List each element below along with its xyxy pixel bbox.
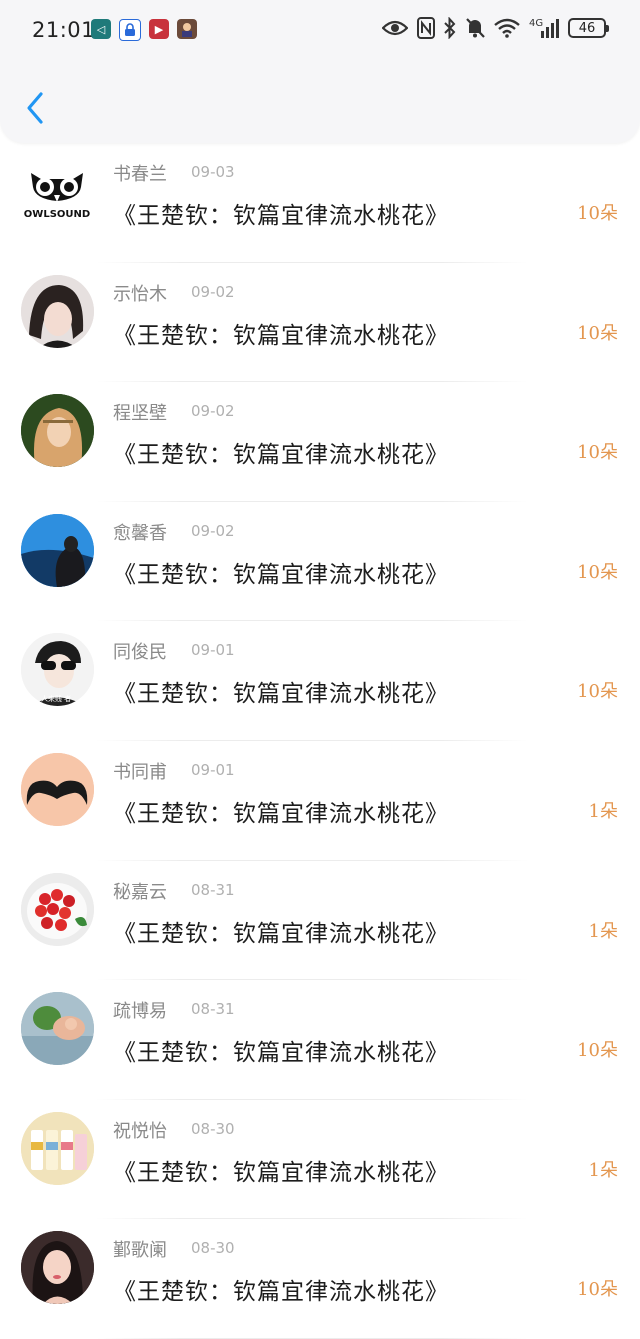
- avatar: [21, 992, 94, 1066]
- notification-icons: ◁ ▶: [91, 19, 197, 41]
- flower-count: 1朵: [588, 1159, 618, 1181]
- list-item[interactable]: 愈馨香 09-02 《王楚钦：钦篇宜律流水桃花》 10朵: [0, 502, 640, 622]
- send-date: 09-02: [191, 521, 235, 540]
- flower-count: 10朵: [577, 322, 618, 344]
- avatar: [21, 752, 94, 826]
- avatar: [21, 274, 94, 348]
- svg-text:人来贱 者: 人来贱 者: [41, 694, 71, 703]
- portrait-image: [21, 1231, 94, 1305]
- send-date: 09-01: [191, 760, 235, 779]
- send-date: 09-02: [191, 282, 235, 301]
- video-app-icon: ▶: [149, 19, 169, 39]
- work-title: 《王楚钦：钦篇宜律流水桃花》: [113, 561, 449, 588]
- list-item[interactable]: OWLSOUND 书春兰 09-03 《王楚钦：钦篇宜律流水桃花》 10朵: [0, 143, 640, 263]
- flower-count: 10朵: [577, 442, 618, 464]
- work-title: 《王楚钦：钦篇宜律流水桃花》: [113, 681, 449, 708]
- lock-app-icon: [119, 19, 141, 41]
- battery-indicator: 46: [568, 18, 609, 38]
- send-date: 08-31: [191, 1000, 235, 1019]
- sender-name: 秘嘉云: [113, 881, 167, 903]
- sender-name: 愈馨香: [113, 522, 167, 544]
- sender-name: 示怡木: [113, 283, 167, 305]
- work-title: 《王楚钦：钦篇宜律流水桃花》: [113, 1040, 449, 1067]
- owlsound-logo-icon: OWLSOUND: [24, 173, 90, 220]
- candy-box-image: [21, 1111, 94, 1185]
- cellular-signal-icon: 4G: [529, 16, 559, 40]
- list-item[interactable]: 书同甫 09-01 《王楚钦：钦篇宜律流水桃花》 1朵: [0, 741, 640, 861]
- list-item[interactable]: 鄞歌阑 08-30 《王楚钦：钦篇宜律流水桃花》 10朵: [0, 1219, 640, 1339]
- status-bar: 21:01 ◁ ▶ 4G 46: [0, 0, 640, 60]
- tomatoes-image: [21, 872, 94, 946]
- list-item[interactable]: 人来贱 者 同俊民 09-01 《王楚钦：钦篇宜律流水桃花》 10朵: [0, 621, 640, 741]
- avatar: [21, 394, 94, 468]
- portrait-image: [21, 394, 94, 468]
- system-icons: 4G 46: [382, 16, 609, 40]
- flower-count: 10朵: [577, 561, 618, 583]
- portrait-image: [21, 274, 94, 348]
- bluetooth-icon: [444, 16, 456, 40]
- list-item[interactable]: 示怡木 09-02 《王楚钦：钦篇宜律流水桃花》 10朵: [0, 263, 640, 383]
- svg-text:OWLSOUND: OWLSOUND: [24, 209, 90, 220]
- avatar: [21, 1111, 94, 1185]
- work-title: 《王楚钦：钦篇宜律流水桃花》: [113, 322, 449, 349]
- flower-count: 1朵: [588, 920, 618, 942]
- send-date: 09-01: [191, 641, 235, 660]
- back-button[interactable]: [18, 88, 52, 128]
- sender-name: 程坚壁: [113, 403, 167, 425]
- eye-icon: [382, 16, 408, 40]
- sender-name: 同俊民: [113, 642, 167, 664]
- status-time: 21:01: [32, 18, 96, 42]
- sender-name: 书同甫: [113, 761, 167, 783]
- avatar: [21, 513, 94, 587]
- avatar: [21, 1231, 94, 1305]
- list-item[interactable]: 祝悦怡 08-30 《王楚钦：钦篇宜律流水桃花》 1朵: [0, 1100, 640, 1220]
- list-item[interactable]: 疏博易 08-31 《王楚钦：钦篇宜律流水桃花》 10朵: [0, 980, 640, 1100]
- list-item[interactable]: 秘嘉云 08-31 《王楚钦：钦篇宜律流水桃花》 1朵: [0, 861, 640, 981]
- send-date: 09-03: [191, 163, 235, 181]
- avatar: [21, 872, 94, 946]
- list-item[interactable]: 程坚壁 09-02 《王楚钦：钦篇宜律流水桃花》 10朵: [0, 382, 640, 502]
- sender-name: 疏博易: [113, 1001, 167, 1023]
- wifi-icon: [494, 16, 520, 40]
- work-title: 《王楚钦：钦篇宜律流水桃花》: [113, 1279, 449, 1306]
- nfc-icon: [417, 16, 435, 40]
- chevron-left-icon: [27, 92, 43, 124]
- gift-record-list: OWLSOUND 书春兰 09-03 《王楚钦：钦篇宜律流水桃花》 10朵 示怡…: [0, 143, 640, 1339]
- baby-photo-image: [21, 992, 94, 1066]
- svg-text:4G: 4G: [529, 18, 543, 29]
- avatar: 人来贱 者: [21, 633, 94, 707]
- flower-count: 10朵: [577, 203, 618, 224]
- flower-count: 1朵: [588, 800, 618, 822]
- mustache-icon: [21, 752, 94, 826]
- work-title: 《王楚钦：钦篇宜律流水桃花》: [113, 203, 449, 229]
- sender-name: 书春兰: [113, 164, 167, 185]
- send-date: 09-02: [191, 402, 235, 421]
- avatar: OWLSOUND: [21, 155, 94, 228]
- work-title: 《王楚钦：钦篇宜律流水桃花》: [113, 920, 449, 947]
- work-title: 《王楚钦：钦篇宜律流水桃花》: [113, 800, 449, 827]
- game-app-icon: [177, 19, 197, 39]
- teal-app-icon: ◁: [91, 19, 111, 39]
- work-title: 《王楚钦：钦篇宜律流水桃花》: [113, 1159, 449, 1186]
- top-bar: 21:01 ◁ ▶ 4G 46: [0, 0, 640, 143]
- send-date: 08-31: [191, 880, 235, 899]
- sender-name: 祝悦怡: [113, 1120, 167, 1142]
- flower-count: 10朵: [577, 1279, 618, 1301]
- work-title: 《王楚钦：钦篇宜律流水桃花》: [113, 442, 449, 469]
- portrait-image: [21, 513, 94, 587]
- flower-count: 10朵: [577, 681, 618, 703]
- send-date: 08-30: [191, 1239, 235, 1258]
- send-date: 08-30: [191, 1119, 235, 1138]
- portrait-image: 人来贱 者: [21, 633, 94, 707]
- sender-name: 鄞歌阑: [113, 1240, 167, 1262]
- mute-bell-icon: [465, 16, 485, 40]
- flower-count: 10朵: [577, 1040, 618, 1062]
